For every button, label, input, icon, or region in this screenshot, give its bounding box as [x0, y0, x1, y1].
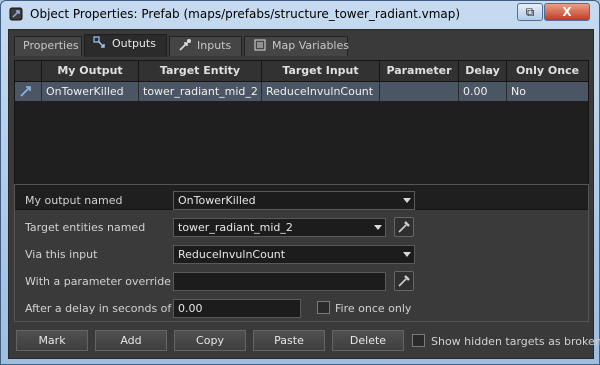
output-connection-icon: [20, 86, 31, 97]
cell-delay: 0.00: [459, 82, 507, 101]
column-header-parameter[interactable]: Parameter: [380, 61, 459, 81]
table-header: My Output Target Entity Target Input Par…: [15, 61, 588, 82]
target-entities-dropdown[interactable]: tower_radiant_mid_2: [173, 218, 386, 237]
dialog-content: Properties Outputs Inputs Map Variables: [8, 29, 600, 359]
my-output-label: My output named: [25, 194, 123, 207]
restore-button[interactable]: ⧉: [517, 3, 543, 21]
my-output-dropdown[interactable]: OnTowerKilled: [173, 191, 415, 210]
tab-outputs[interactable]: Outputs: [84, 34, 167, 57]
cell-my-output: OnTowerKilled: [42, 82, 139, 101]
tab-label: Map Variables: [272, 39, 349, 52]
delay-input[interactable]: 0.00: [173, 299, 301, 318]
column-header-target-entity[interactable]: Target Entity: [139, 61, 262, 81]
table-row[interactable]: OnTowerKilled tower_radiant_mid_2 Reduce…: [15, 82, 588, 101]
tab-label: Properties: [23, 39, 79, 52]
add-button[interactable]: Add: [95, 330, 167, 351]
eyedropper-icon: [398, 275, 410, 287]
column-header-my-output[interactable]: My Output: [42, 61, 139, 81]
param-override-input[interactable]: [173, 272, 386, 291]
via-input-value: ReduceInvulnCount: [178, 248, 286, 261]
target-entities-value: tower_radiant_mid_2: [178, 221, 293, 234]
param-override-label: With a parameter override of: [25, 275, 186, 288]
copy-button[interactable]: Copy: [174, 330, 246, 351]
tab-map-variables[interactable]: Map Variables: [244, 36, 349, 56]
show-hidden-label: Show hidden targets as broken: [431, 335, 600, 348]
chevron-down-icon: [403, 198, 411, 203]
outputs-icon: [93, 36, 105, 48]
object-properties-window: Object Properties: Prefab (maps/prefabs/…: [0, 0, 600, 365]
via-input-dropdown[interactable]: ReduceInvulnCount: [173, 245, 415, 264]
eyedropper-icon: [398, 221, 410, 233]
paste-button[interactable]: Paste: [253, 330, 325, 351]
cell-target-entity: tower_radiant_mid_2: [139, 82, 262, 101]
tab-label: Outputs: [112, 37, 156, 50]
column-header-delay[interactable]: Delay: [459, 61, 507, 81]
column-header-target-input[interactable]: Target Input: [262, 61, 380, 81]
my-output-value: OnTowerKilled: [178, 194, 256, 207]
app-icon: [9, 7, 23, 21]
fire-once-checkbox[interactable]: [317, 301, 330, 314]
mark-button[interactable]: Mark: [16, 330, 88, 351]
pick-parameter-button[interactable]: [394, 271, 414, 291]
via-input-label: Via this input: [25, 248, 98, 261]
tab-properties[interactable]: Properties: [14, 36, 82, 56]
output-row-icon-cell: [15, 82, 42, 101]
chevron-down-icon: [374, 225, 382, 230]
delete-button[interactable]: Delete: [332, 330, 404, 351]
tab-inputs[interactable]: Inputs: [169, 36, 242, 56]
target-entities-label: Target entities named: [25, 221, 146, 234]
cell-target-input: ReduceInvulnCount: [262, 82, 380, 101]
window-title: Object Properties: Prefab (maps/prefabs/…: [30, 7, 461, 21]
map-variables-icon: [254, 39, 266, 51]
tab-bar: Properties Outputs Inputs Map Variables: [9, 34, 593, 57]
title-bar[interactable]: Object Properties: Prefab (maps/prefabs/…: [1, 1, 599, 29]
inputs-icon: [179, 39, 191, 51]
pick-entity-button[interactable]: [394, 217, 414, 237]
chevron-down-icon: [403, 252, 411, 257]
column-header-only-once[interactable]: Only Once: [507, 61, 588, 81]
show-hidden-checkbox[interactable]: [412, 334, 425, 347]
output-editor-panel: My output named OnTowerKilled Target ent…: [14, 184, 589, 322]
delay-label: After a delay in seconds of: [25, 302, 172, 315]
cell-parameter: [380, 82, 459, 101]
column-header-icon: [15, 61, 42, 81]
close-button[interactable]: X: [544, 3, 590, 21]
tab-label: Inputs: [197, 39, 232, 52]
cell-only-once: No: [511, 85, 526, 98]
fire-once-label: Fire once only: [335, 302, 412, 315]
